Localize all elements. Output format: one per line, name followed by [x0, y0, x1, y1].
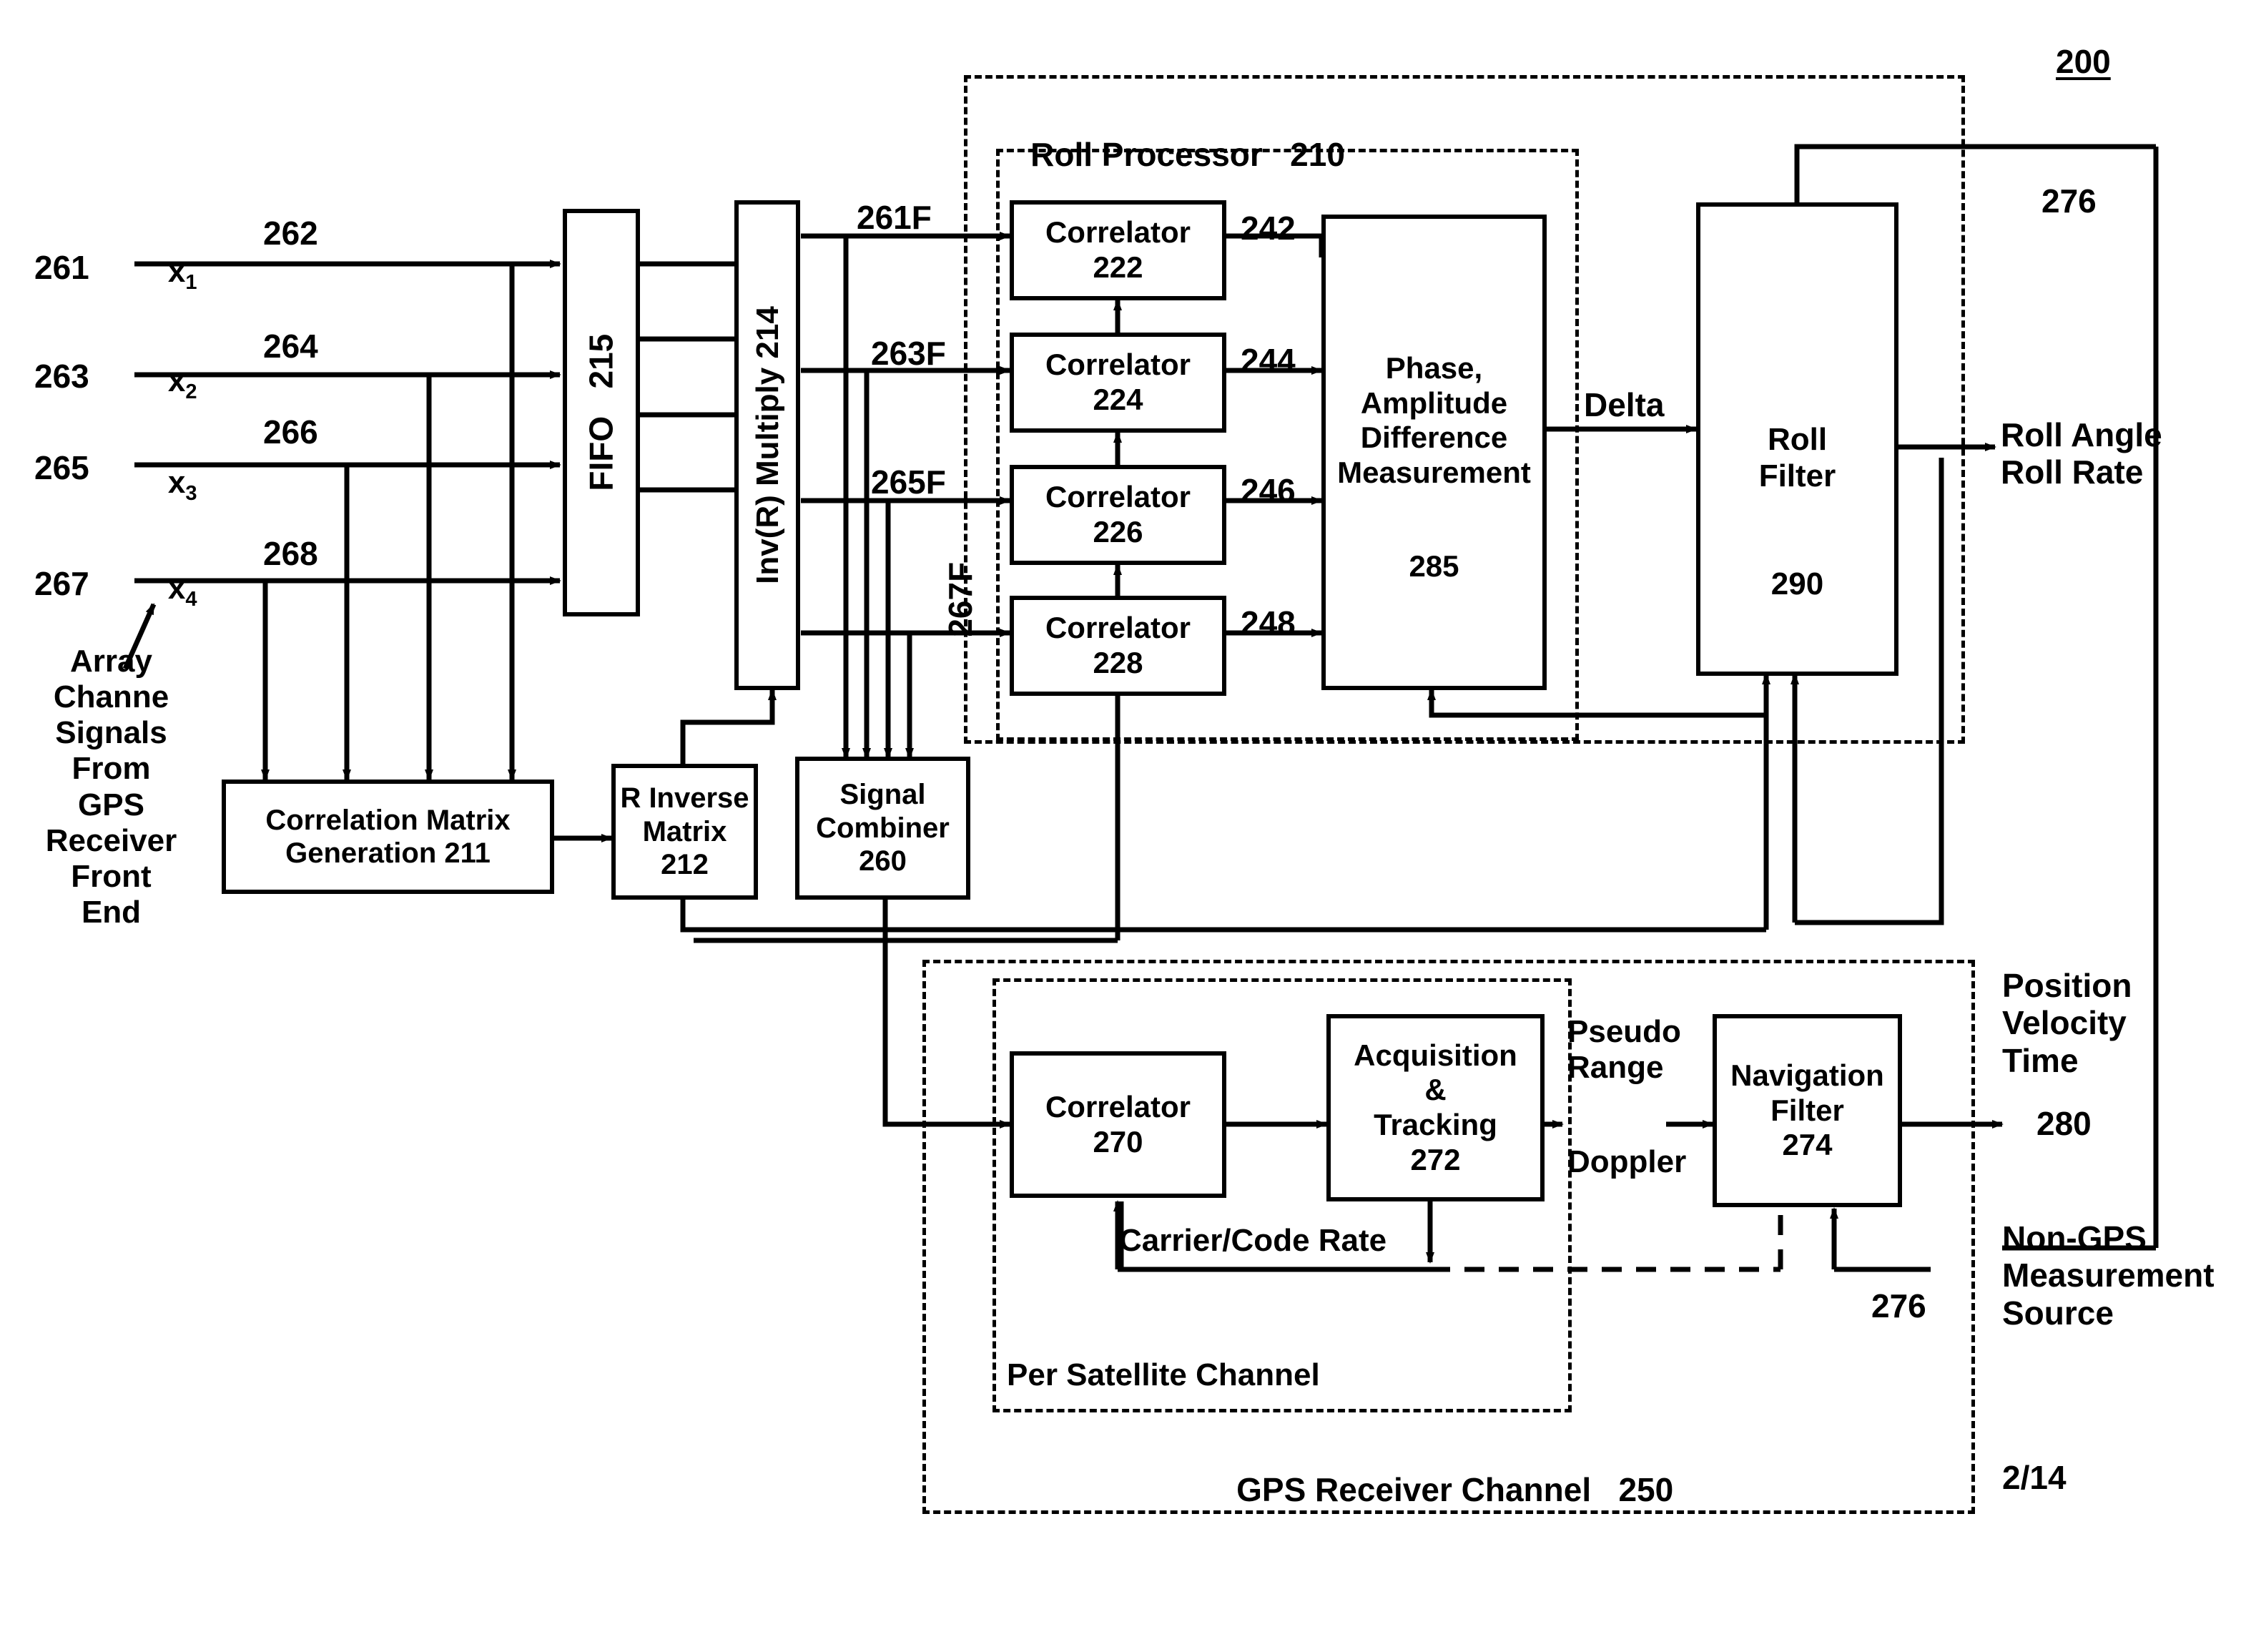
delta-signal-label: Delta [1584, 386, 1665, 423]
r-inverse-matrix-block[interactable]: R Inverse Matrix 212 [611, 764, 758, 900]
correlation-matrix-line2: Generation 211 [285, 837, 491, 869]
roll-filter-ref: 290 [1770, 566, 1824, 602]
filtered-signal-label-265F: 265F [871, 463, 946, 501]
acquisition-tracking-block[interactable]: Acquisition & Tracking 272 [1326, 1014, 1545, 1201]
r-inverse-line2: Matrix [642, 815, 727, 847]
input-line-ref-264: 264 [263, 328, 318, 365]
input-ref-263: 263 [34, 358, 89, 395]
correlator-270-block[interactable]: Correlator 270 [1010, 1051, 1226, 1198]
correlation-matrix-line1: Correlation Matrix [265, 804, 511, 836]
correlator-222-block[interactable]: Correlator 222 [1010, 200, 1226, 300]
array-channel-signals-label: Array Channe Signals From GPS Receiver F… [45, 644, 177, 930]
correlator-228-block[interactable]: Correlator 228 [1010, 596, 1226, 696]
roll-output-label: Roll Angle Roll Rate [2001, 416, 2162, 491]
correlator-228-label: Correlator [1045, 611, 1191, 645]
input-signal-x4: x4 [167, 571, 197, 611]
correlator-222-label: Correlator [1045, 215, 1191, 250]
r-inverse-ref: 212 [661, 849, 709, 881]
correlation-matrix-generation-block[interactable]: Correlation Matrix Generation 211 [222, 780, 554, 894]
correlator-output-ref-246: 246 [1241, 472, 1296, 509]
figure-number: 200 [2056, 43, 2111, 80]
input-signal-x1: x1 [167, 254, 197, 294]
input-line-ref-266: 266 [263, 413, 318, 451]
phase-amplitude-difference-measurement-block[interactable]: Phase, Amplitude Difference Measurement … [1321, 215, 1547, 690]
phase-amp-line1: Phase, [1385, 351, 1483, 385]
pvt-output-ref: 280 [2036, 1105, 2092, 1142]
r-inverse-line1: R Inverse [620, 782, 749, 815]
feedback-ref-276-top: 276 [2041, 182, 2097, 220]
correlator-228-ref: 228 [1093, 646, 1143, 679]
navigation-filter-block[interactable]: Navigation Filter 274 [1713, 1014, 1902, 1207]
correlator-226-block[interactable]: Correlator 226 [1010, 465, 1226, 565]
correlator-224-block[interactable]: Correlator 224 [1010, 333, 1226, 433]
gps-receiver-channel-title: GPS Receiver Channel 250 [1236, 1471, 1674, 1509]
nav-filter-line1: Navigation [1730, 1058, 1884, 1092]
input-signal-x2: x2 [167, 363, 197, 403]
correlator-222-ref: 222 [1093, 250, 1143, 284]
signal-combiner-line1: Signal [839, 779, 926, 811]
input-ref-265: 265 [34, 449, 89, 486]
non-gps-source-label: Non-GPS Measurement Source [2002, 1219, 2215, 1332]
acq-track-line1: Acquisition [1354, 1038, 1517, 1072]
signal-combiner-block[interactable]: Signal Combiner 260 [795, 757, 970, 900]
pvt-output-label: Position Velocity Time [2002, 967, 2132, 1079]
roll-filter-block[interactable]: Roll Filter 290 [1696, 202, 1898, 676]
pseudo-range-label: Pseudo Range [1567, 1014, 1681, 1086]
doppler-label: Doppler [1567, 1144, 1687, 1179]
correlator-output-ref-248: 248 [1241, 604, 1296, 641]
roll-filter-line1: Roll [1767, 422, 1828, 457]
fifo-block[interactable]: FIFO 215 [563, 209, 640, 616]
correlator-270-label: Correlator [1045, 1089, 1191, 1124]
correlator-output-ref-244: 244 [1241, 342, 1296, 379]
nav-filter-ref: 274 [1782, 1128, 1833, 1162]
correlator-226-ref: 226 [1093, 515, 1143, 549]
input-ref-267: 267 [34, 565, 89, 602]
sheet-number: 2/14 [2002, 1459, 2067, 1496]
input-line-ref-268: 268 [263, 535, 318, 572]
acq-track-line3: Tracking [1374, 1108, 1497, 1141]
correlator-224-ref: 224 [1093, 383, 1143, 416]
feedback-ref-276-bottom: 276 [1871, 1287, 1926, 1324]
filtered-signal-label-263F: 263F [871, 335, 946, 372]
carrier-code-rate-label: Carrier/Code Rate [1119, 1223, 1387, 1258]
input-signal-x3: x3 [167, 465, 197, 505]
phase-amp-line3: Difference [1360, 421, 1508, 455]
inv-r-multiply-label: Inv(R) Multiply 214 [749, 306, 785, 584]
signal-combiner-line2: Combiner [816, 812, 950, 844]
roll-processor-title: Roll Processor 210 [1030, 136, 1345, 174]
fifo-block-label: FIFO 215 [582, 334, 620, 491]
correlator-output-ref-242: 242 [1241, 210, 1296, 247]
signal-combiner-ref: 260 [859, 845, 907, 877]
inv-r-multiply-block[interactable]: Inv(R) Multiply 214 [734, 200, 800, 690]
nav-filter-line2: Filter [1770, 1093, 1844, 1127]
input-ref-261: 261 [34, 249, 89, 286]
input-line-ref-262: 262 [263, 215, 318, 252]
acq-track-line2: & [1424, 1073, 1447, 1107]
correlator-226-label: Correlator [1045, 480, 1191, 514]
acq-track-ref: 272 [1410, 1142, 1461, 1176]
filtered-signal-label-267F: 267F [942, 562, 980, 638]
roll-filter-line2: Filter [1758, 458, 1836, 494]
correlator-270-ref: 270 [1093, 1124, 1143, 1159]
correlator-224-label: Correlator [1045, 348, 1191, 382]
phase-amp-line2: Amplitude [1360, 385, 1508, 420]
phase-amp-line4: Measurement [1337, 456, 1531, 490]
patent-figure-canvas: FIFO 215 Inv(R) Multiply 214 Correlation… [0, 0, 2246, 1652]
per-satellite-channel-title: Per Satellite Channel [1007, 1357, 1320, 1392]
filtered-signal-label-261F: 261F [857, 199, 932, 236]
phase-amp-ref: 285 [1409, 549, 1459, 583]
